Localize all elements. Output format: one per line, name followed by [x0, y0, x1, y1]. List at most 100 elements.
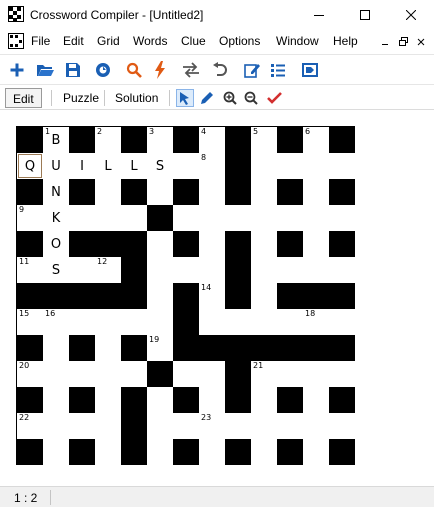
child-restore-button[interactable] [396, 35, 410, 48]
grid-cell[interactable] [277, 309, 303, 335]
grid-cell[interactable] [199, 257, 225, 283]
grid-cell[interactable] [95, 413, 121, 439]
grid-cell[interactable] [95, 439, 121, 465]
grid-cell-black[interactable] [225, 439, 251, 465]
word-list-button[interactable] [268, 60, 288, 80]
grid-cell-black[interactable] [329, 283, 355, 309]
grid-cell[interactable]: 21 [251, 361, 277, 387]
grid-cell[interactable] [95, 205, 121, 231]
swap-button[interactable] [181, 60, 201, 80]
grid-cell-black[interactable] [277, 335, 303, 361]
grid-cell[interactable] [121, 309, 147, 335]
grid-cell[interactable]: 20 [17, 361, 43, 387]
grid-cell-black[interactable] [121, 231, 147, 257]
grid-cell[interactable] [329, 309, 355, 335]
grid-cell-black[interactable] [173, 127, 199, 153]
grid-cell-black[interactable] [121, 387, 147, 413]
grid-cell[interactable] [69, 413, 95, 439]
grid-cell-black[interactable] [329, 335, 355, 361]
grid-cell[interactable]: N [43, 179, 69, 205]
grid-cell-black[interactable] [225, 179, 251, 205]
grid-cell[interactable] [147, 283, 173, 309]
grid-cell-black[interactable] [329, 387, 355, 413]
grid-cell-black[interactable] [121, 127, 147, 153]
grid-cell[interactable]: S [43, 257, 69, 283]
grid-cell-black[interactable] [17, 387, 43, 413]
grid-cell[interactable] [43, 335, 69, 361]
grid-cell[interactable] [69, 309, 95, 335]
undo-button[interactable] [210, 60, 230, 80]
grid-cell-black[interactable] [225, 231, 251, 257]
grid-cell-black[interactable] [277, 127, 303, 153]
grid-cell[interactable] [251, 439, 277, 465]
grid-cell[interactable]: 1B [43, 127, 69, 153]
grid-cell-black[interactable] [43, 283, 69, 309]
grid-cell[interactable]: 22 [17, 413, 43, 439]
grid-cell[interactable] [251, 309, 277, 335]
menu-edit[interactable]: Edit [63, 34, 84, 48]
grid-cell[interactable] [121, 361, 147, 387]
pencil-tool-button[interactable] [198, 89, 216, 107]
grid-cell[interactable] [147, 413, 173, 439]
grid-cell[interactable] [303, 257, 329, 283]
grid-cell[interactable] [329, 413, 355, 439]
grid-cell[interactable] [43, 361, 69, 387]
open-button[interactable] [35, 60, 55, 80]
select-tool-button[interactable] [176, 89, 194, 107]
tab-puzzle[interactable]: Puzzle [56, 88, 106, 108]
grid-cell[interactable] [199, 309, 225, 335]
grid-cell[interactable] [251, 387, 277, 413]
grid-cell-black[interactable] [69, 335, 95, 361]
web-publish-button[interactable] [93, 60, 113, 80]
grid-cell-black[interactable] [277, 231, 303, 257]
grid-cell-black[interactable] [251, 335, 277, 361]
grid-cell[interactable] [95, 387, 121, 413]
grid-cell-black[interactable] [17, 283, 43, 309]
grid-cell[interactable]: I [69, 153, 95, 179]
grid-cell-black[interactable] [173, 309, 199, 335]
grid-cell[interactable] [251, 231, 277, 257]
grid-cell[interactable]: K [43, 205, 69, 231]
grid-cell-black[interactable] [17, 335, 43, 361]
grid-cell-black[interactable] [95, 231, 121, 257]
grid-cell[interactable] [329, 257, 355, 283]
grid-cell-black[interactable] [173, 283, 199, 309]
properties-button[interactable] [300, 60, 320, 80]
grid-cell[interactable] [199, 439, 225, 465]
grid-cell[interactable] [303, 205, 329, 231]
grid-cell-black[interactable] [303, 283, 329, 309]
grid-cell[interactable]: 16 [43, 309, 69, 335]
grid-cell-black[interactable] [303, 335, 329, 361]
grid-cell[interactable]: 23 [199, 413, 225, 439]
grid-cell[interactable]: L [95, 153, 121, 179]
grid-cell[interactable]: 4 [199, 127, 225, 153]
grid-cell-black[interactable] [17, 179, 43, 205]
grid-cell[interactable] [199, 387, 225, 413]
grid-cell-black[interactable] [69, 387, 95, 413]
grid-cell-black[interactable] [225, 335, 251, 361]
grid-cell[interactable] [251, 205, 277, 231]
grid-cell[interactable] [277, 205, 303, 231]
grid-cell[interactable] [251, 179, 277, 205]
grid-cell[interactable] [95, 335, 121, 361]
grid-cell-black[interactable] [69, 127, 95, 153]
grid-cell[interactable] [147, 387, 173, 413]
grid-cell[interactable] [147, 257, 173, 283]
grid-cell-black[interactable] [69, 231, 95, 257]
grid-cell[interactable] [173, 361, 199, 387]
menu-options[interactable]: Options [219, 34, 260, 48]
menu-clue[interactable]: Clue [181, 34, 206, 48]
grid-cell[interactable] [173, 413, 199, 439]
grid-cell[interactable]: 12 [95, 257, 121, 283]
save-button[interactable] [63, 60, 83, 80]
grid-cell-black[interactable] [17, 231, 43, 257]
grid-cell[interactable] [43, 387, 69, 413]
grid-cell[interactable] [303, 387, 329, 413]
grid-cell-black[interactable] [225, 361, 251, 387]
grid-cell-black[interactable] [329, 179, 355, 205]
grid-cell[interactable]: S [147, 153, 173, 179]
grid-cell[interactable]: 6 [303, 127, 329, 153]
grid-cell[interactable]: 15 [17, 309, 43, 335]
grid-cell-black[interactable] [147, 361, 173, 387]
tab-solution[interactable]: Solution [108, 88, 165, 108]
